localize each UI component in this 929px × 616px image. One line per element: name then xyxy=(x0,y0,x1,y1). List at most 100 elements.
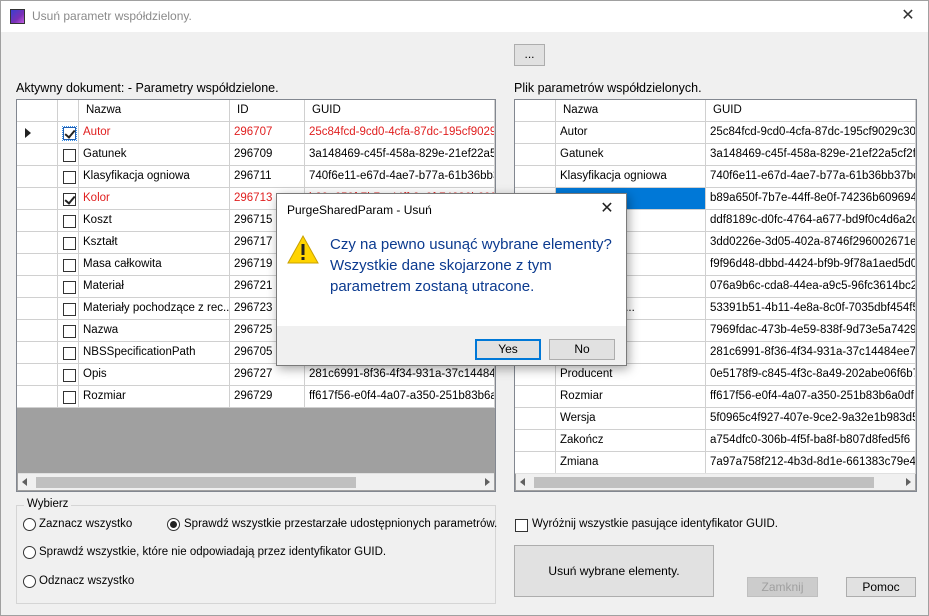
scroll-right-arrow-icon[interactable] xyxy=(485,478,490,486)
row-checkbox[interactable] xyxy=(63,193,76,206)
cell-name: Autor xyxy=(556,122,706,144)
cell-name: Masa całkowita xyxy=(79,254,230,276)
right-horizontal-scrollbar[interactable] xyxy=(516,473,915,490)
col-header-guid[interactable]: GUID xyxy=(706,100,916,122)
right-panel-label: Plik parametrów współdzielonych. xyxy=(514,81,702,95)
row-header[interactable] xyxy=(515,122,556,144)
no-button[interactable]: No xyxy=(549,339,615,360)
row-header[interactable] xyxy=(17,342,58,364)
radio-check-guid-mismatch[interactable] xyxy=(23,546,36,559)
cell-guid: 740f6e11-e67d-4ae7-b77a-61b36bb37bde xyxy=(706,166,916,188)
row-header[interactable] xyxy=(17,298,58,320)
row-checkbox[interactable] xyxy=(63,325,76,338)
scroll-thumb[interactable] xyxy=(36,477,356,488)
scroll-right-arrow-icon[interactable] xyxy=(906,478,911,486)
row-header[interactable] xyxy=(515,386,556,408)
col-header-name[interactable]: Nazwa xyxy=(556,100,706,122)
table-row[interactable]: Zmiana 7a97a758f212-4b3d-8d1e-661383c79e4… xyxy=(515,452,916,474)
row-header[interactable] xyxy=(17,166,58,188)
cell-guid: 53391b51-4b11-4e8a-8c0f-7035dbf454f5 xyxy=(706,298,916,320)
radio-check-all[interactable] xyxy=(23,518,36,531)
row-header[interactable] xyxy=(515,364,556,386)
row-checkbox[interactable] xyxy=(63,171,76,184)
close-button[interactable]: Zamknij xyxy=(747,577,818,597)
highlight-guid-checkbox[interactable] xyxy=(515,519,528,532)
col-header-id[interactable]: ID xyxy=(230,100,305,122)
row-checkbox[interactable] xyxy=(62,126,77,141)
row-header[interactable] xyxy=(17,232,58,254)
table-row[interactable]: Autor 25c84fcd-9cd0-4cfa-87dc-195cf9029c3… xyxy=(515,122,916,144)
table-row[interactable]: Rozmiar ff617f56-e0f4-4a07-a350-251b83b6a… xyxy=(515,386,916,408)
row-header[interactable] xyxy=(515,144,556,166)
row-header[interactable] xyxy=(17,320,58,342)
dialog-close-icon[interactable]: ✕ xyxy=(594,197,620,221)
window-close-icon[interactable]: ✕ xyxy=(894,4,922,28)
cell-id: 296729 xyxy=(230,386,305,408)
table-row[interactable]: Gatunek 3a148469-c45f-458a-829e-21ef22a5c… xyxy=(515,144,916,166)
table-row[interactable]: Klasyfikacja ogniowa 296711 740f6e11-e67d-… xyxy=(17,166,495,188)
table-row[interactable]: Zakończ a754dfc0-306b-4f5f-ba8f-b807d8fed… xyxy=(515,430,916,452)
table-row[interactable]: Gatunek 296709 3a148469-c45f-458a-829e-21e… xyxy=(17,144,495,166)
select-group-title: Wybierz xyxy=(24,498,72,510)
row-header[interactable] xyxy=(515,452,556,474)
row-header[interactable] xyxy=(17,276,58,298)
row-header[interactable] xyxy=(515,408,556,430)
cell-name: Rozmiar xyxy=(556,386,706,408)
cell-id: 296707 xyxy=(230,122,305,144)
row-header[interactable] xyxy=(17,144,58,166)
cell-name: Gatunek xyxy=(79,144,230,166)
remove-selected-button[interactable]: Usuń wybrane elementy. xyxy=(514,545,714,597)
scroll-thumb[interactable] xyxy=(534,477,874,488)
radio-check-all-label[interactable]: Zaznacz wszystko xyxy=(39,518,132,530)
dialog-title: PurgeSharedParam - Usuń xyxy=(287,203,432,217)
row-header[interactable] xyxy=(515,166,556,188)
radio-uncheck-all-label[interactable]: Odznacz wszystko xyxy=(39,575,134,587)
row-checkbox[interactable] xyxy=(63,149,76,162)
radio-uncheck-all[interactable] xyxy=(23,575,36,588)
col-header-name[interactable]: Nazwa xyxy=(79,100,230,122)
row-checkbox[interactable] xyxy=(63,303,76,316)
radio-check-obsolete-label[interactable]: Sprawdź wszystkie przestarzałe udostępni… xyxy=(184,518,497,530)
cell-guid: 25c84fcd-9cd0-4cfa-87dc-195cf9029c30 xyxy=(706,122,916,144)
row-header[interactable] xyxy=(17,254,58,276)
cell-guid: b89a650f-7b7e-44ff-8e0f-74236b609694 xyxy=(706,188,916,210)
row-checkbox[interactable] xyxy=(63,259,76,272)
table-row[interactable]: Wersja 5f0965c4f927-407e-9ce2-9a32e1b983d… xyxy=(515,408,916,430)
cell-guid: 5f0965c4f927-407e-9ce2-9a32e1b983d5 xyxy=(706,408,916,430)
table-row[interactable]: Rozmiar 296729 ff617f56-e0f4-4a07-a350-251… xyxy=(17,386,495,408)
row-header[interactable] xyxy=(17,122,58,144)
row-header[interactable] xyxy=(17,188,58,210)
row-checkbox[interactable] xyxy=(63,391,76,404)
row-checkbox[interactable] xyxy=(63,237,76,250)
cell-name: Autor xyxy=(79,122,230,144)
browse-button[interactable]: ... xyxy=(514,44,545,66)
row-checkbox[interactable] xyxy=(63,347,76,360)
row-header[interactable] xyxy=(17,386,58,408)
cell-name: Klasyfikacja ogniowa xyxy=(79,166,230,188)
radio-check-guid-mismatch-label[interactable]: Sprawdź wszystkie, które nie odpowiadają… xyxy=(39,546,386,558)
table-row[interactable]: Opis 296727 281c6991-8f36-4f34-931a-37c144… xyxy=(17,364,495,386)
row-checkbox[interactable] xyxy=(63,215,76,228)
row-header[interactable] xyxy=(515,430,556,452)
row-header[interactable] xyxy=(17,210,58,232)
radio-check-obsolete[interactable] xyxy=(167,518,180,531)
scroll-left-arrow-icon[interactable] xyxy=(520,478,525,486)
help-button[interactable]: Pomoc xyxy=(846,577,916,597)
table-row[interactable]: Producent 0e5178f9-c845-4f3c-8a49-202abe0… xyxy=(515,364,916,386)
row-header[interactable] xyxy=(17,364,58,386)
dialog-message: Czy na pewno usunąć wybrane elementy? Ws… xyxy=(330,236,612,295)
row-checkbox[interactable] xyxy=(63,369,76,382)
current-row-arrow-icon xyxy=(25,128,31,138)
highlight-guid-label[interactable]: Wyróżnij wszystkie pasujące identyfikato… xyxy=(532,518,778,530)
yes-button[interactable]: Yes xyxy=(475,339,541,360)
row-checkbox[interactable] xyxy=(63,281,76,294)
cell-id: 296709 xyxy=(230,144,305,166)
cell-guid: 7969fdac-473b-4e59-838f-9d73e5a74295 xyxy=(706,320,916,342)
table-row[interactable]: Autor 296707 25c84fcd-9cd0-4cfa-87dc-195cf… xyxy=(17,122,495,144)
cell-name: Zmiana xyxy=(556,452,706,474)
table-row[interactable]: Klasyfikacja ogniowa 740f6e11-e67d-4ae7-b… xyxy=(515,166,916,188)
col-header-guid[interactable]: GUID xyxy=(305,100,495,122)
scroll-left-arrow-icon[interactable] xyxy=(22,478,27,486)
cell-guid: 281c6991-8f36-4f34-931a-37c14484ee7d xyxy=(706,342,916,364)
left-horizontal-scrollbar[interactable] xyxy=(18,473,494,490)
